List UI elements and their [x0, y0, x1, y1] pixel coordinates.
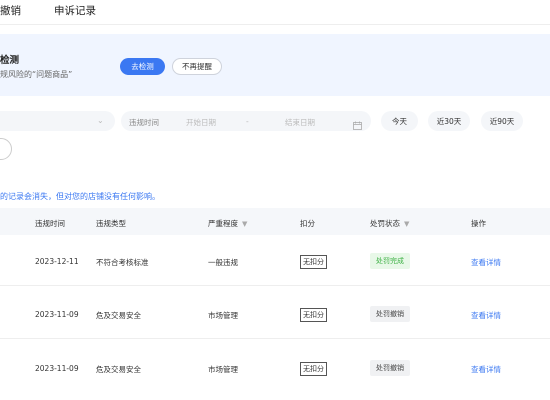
- view-details-link[interactable]: 查看详情: [471, 364, 501, 375]
- row-type: 危及交易安全: [96, 311, 141, 320]
- start-date-input[interactable]: 开始日期: [186, 117, 216, 128]
- column-header-status-label: 处罚状态: [370, 219, 400, 228]
- row-time: 2023-11-09: [35, 364, 79, 373]
- column-header-severity-label: 严重程度: [208, 219, 238, 228]
- date-range-label: 违规时间: [129, 118, 159, 127]
- status-badge: 处罚完成: [370, 253, 410, 269]
- status-badge: 处罚撤销: [370, 360, 410, 376]
- row-deduction: 无扣分: [300, 362, 327, 376]
- view-details-link[interactable]: 查看详情: [471, 257, 501, 268]
- column-header-status: 处罚状态 ▼: [370, 218, 409, 229]
- reset-button[interactable]: [0, 138, 12, 160]
- banner-description: 规风险的“问题商品”: [0, 70, 73, 79]
- notice-text: 的记录会消失，但对您的店铺没有任何影响。: [0, 192, 160, 201]
- row-type: 危及交易安全: [96, 365, 141, 374]
- row-deduction: 无扣分: [300, 308, 327, 322]
- banner-title: 检测: [0, 55, 20, 66]
- filter-icon[interactable]: ▼: [404, 220, 409, 228]
- quick-range-today[interactable]: 今天: [381, 111, 418, 131]
- chevron-down-icon: ⌄: [97, 116, 104, 125]
- view-details-link[interactable]: 查看详情: [471, 310, 501, 321]
- date-separator: -: [246, 117, 249, 126]
- column-header-deduction: 扣分: [300, 219, 315, 228]
- row-divider: [0, 285, 550, 286]
- go-inspect-button[interactable]: 去检测: [120, 58, 165, 75]
- row-type: 不符合考核标准: [96, 258, 149, 267]
- calendar-icon: [353, 115, 362, 130]
- column-header-action: 操作: [471, 219, 486, 228]
- table-header: [0, 208, 550, 235]
- row-severity: 市场管理: [208, 311, 238, 320]
- end-date-input[interactable]: 结束日期: [285, 117, 315, 128]
- column-header-time: 违规时间: [35, 219, 65, 228]
- column-header-type: 违规类型: [96, 219, 126, 228]
- column-header-severity: 严重程度 ▼: [208, 218, 247, 229]
- row-time: 2023-11-09: [35, 310, 79, 319]
- filter-icon[interactable]: ▼: [242, 220, 247, 228]
- row-severity: 市场管理: [208, 365, 238, 374]
- status-badge: 处罚撤销: [370, 306, 410, 322]
- inspection-banner: [0, 34, 550, 96]
- dismiss-reminder-button[interactable]: 不再提醒: [172, 58, 222, 75]
- tab-appeal-records[interactable]: 申诉记录: [54, 3, 96, 18]
- row-severity: 一般违规: [208, 258, 238, 267]
- quick-range-90-days[interactable]: 近90天: [481, 111, 523, 131]
- row-deduction: 无扣分: [300, 255, 327, 269]
- quick-range-30-days[interactable]: 近30天: [428, 111, 470, 131]
- row-time: 2023-12-11: [35, 257, 79, 266]
- row-divider: [0, 338, 550, 339]
- tab-revoke[interactable]: 撤销: [0, 3, 21, 18]
